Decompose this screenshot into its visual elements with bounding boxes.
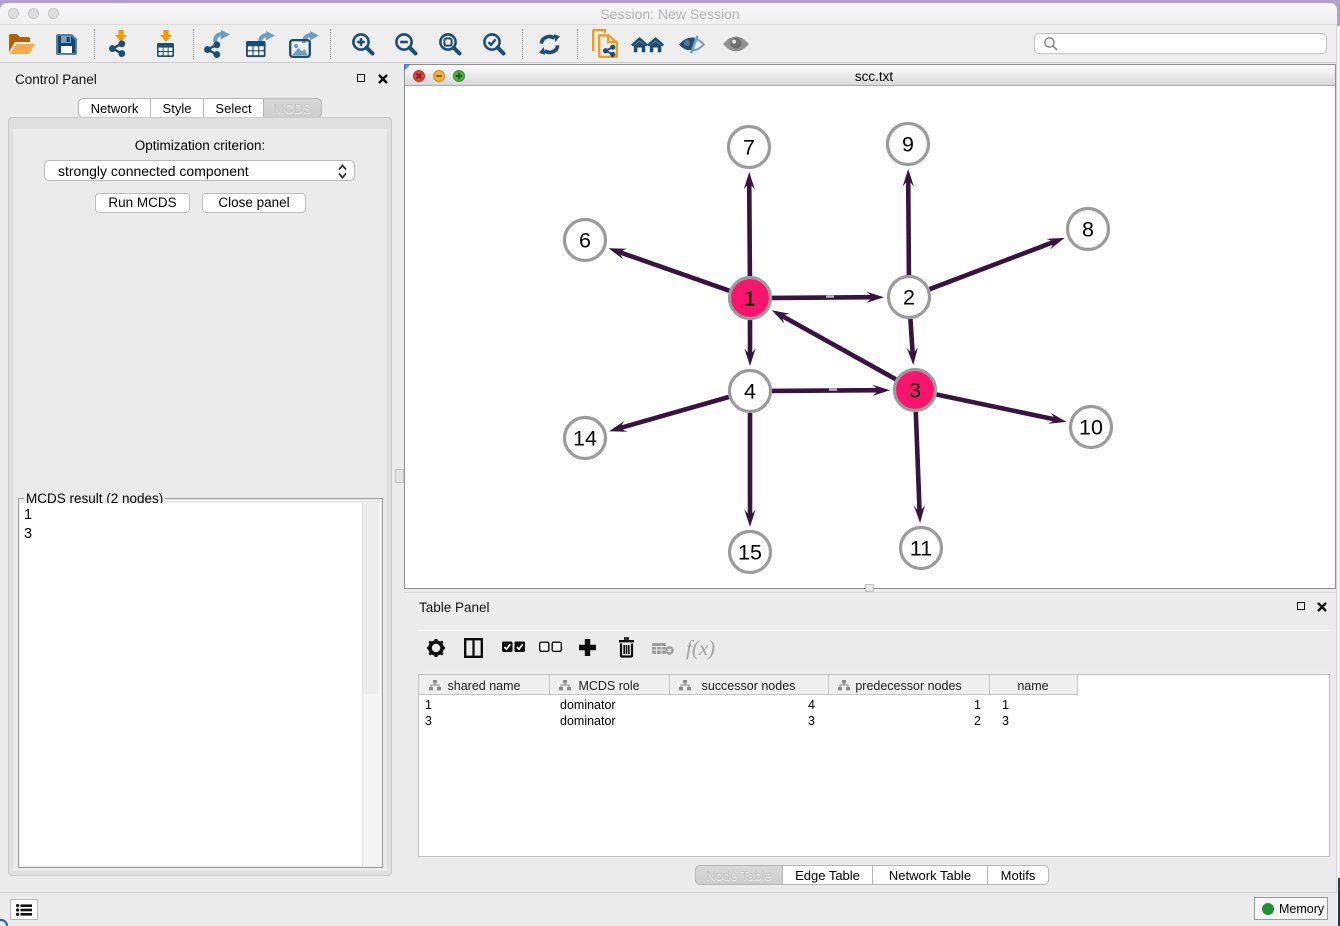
svg-text:4: 4 — [744, 380, 756, 404]
svg-text:14: 14 — [573, 427, 597, 451]
svg-text:2: 2 — [903, 286, 915, 310]
svg-text:9: 9 — [902, 133, 914, 157]
svg-text:1: 1 — [744, 287, 756, 311]
svg-text:15: 15 — [738, 541, 762, 565]
svg-text:7: 7 — [743, 136, 755, 160]
svg-text:3: 3 — [909, 379, 921, 403]
svg-text:10: 10 — [1079, 416, 1103, 440]
svg-text:11: 11 — [910, 537, 932, 561]
svg-text:6: 6 — [579, 229, 591, 253]
svg-text:8: 8 — [1082, 218, 1094, 242]
